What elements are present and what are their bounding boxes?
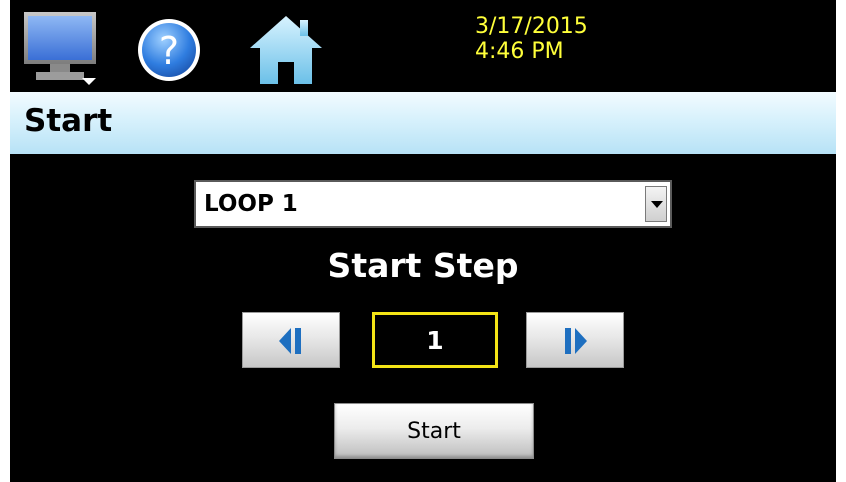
- date-time-display: 3/17/2015 4:46 PM: [475, 14, 588, 64]
- start-button[interactable]: Start: [334, 403, 534, 459]
- start-step-label: Start Step: [327, 246, 519, 285]
- chevron-down-icon[interactable]: [645, 186, 667, 222]
- date-text: 3/17/2015: [475, 14, 588, 39]
- start-button-label: Start: [407, 419, 461, 444]
- next-step-button[interactable]: [526, 312, 624, 368]
- start-step-field[interactable]: 1: [372, 312, 498, 368]
- previous-step-button[interactable]: [242, 312, 340, 368]
- time-text: 4:46 PM: [475, 39, 564, 64]
- loop-select-value: LOOP 1: [204, 191, 298, 217]
- top-bar: ? 3/17/2015 4:46 PM: [10, 0, 836, 92]
- monitor-icon[interactable]: [22, 8, 98, 88]
- help-icon[interactable]: ?: [134, 8, 204, 88]
- touchscreen: ? 3/17/2015 4:46 PM Start LOOP 1 Start S…: [10, 0, 836, 482]
- title-bar: Start: [10, 92, 836, 154]
- home-icon[interactable]: [246, 8, 326, 88]
- start-step-value: 1: [426, 326, 444, 355]
- step-back-icon: [279, 328, 301, 354]
- page-title: Start: [24, 103, 113, 139]
- svg-text:?: ?: [159, 29, 179, 73]
- loop-select[interactable]: LOOP 1: [194, 180, 672, 228]
- step-forward-icon: [565, 328, 587, 354]
